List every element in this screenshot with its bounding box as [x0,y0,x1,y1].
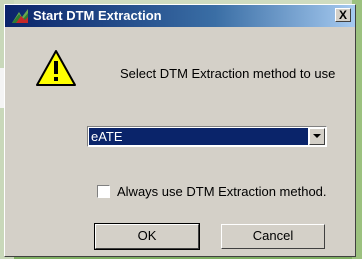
warning-icon [35,49,77,87]
dtm-method-select[interactable]: eATE [87,126,327,147]
dialog-prompt: Select DTM Extraction method to use [120,66,336,81]
ok-button[interactable]: OK [94,223,200,250]
always-use-checkbox[interactable] [97,185,110,198]
dtm-method-selected-value[interactable]: eATE [89,128,308,145]
start-dtm-extraction-dialog: Start DTM Extraction X Select DTM Extrac… [4,4,356,257]
dialog-titlebar[interactable]: Start DTM Extraction X [5,5,355,27]
cancel-button[interactable]: Cancel [221,224,325,249]
close-icon[interactable]: X [335,8,351,22]
chevron-down-icon[interactable] [309,128,325,145]
always-use-label[interactable]: Always use DTM Extraction method. [117,184,327,199]
dialog-title: Start DTM Extraction [33,8,162,23]
dtm-app-icon [11,8,29,24]
